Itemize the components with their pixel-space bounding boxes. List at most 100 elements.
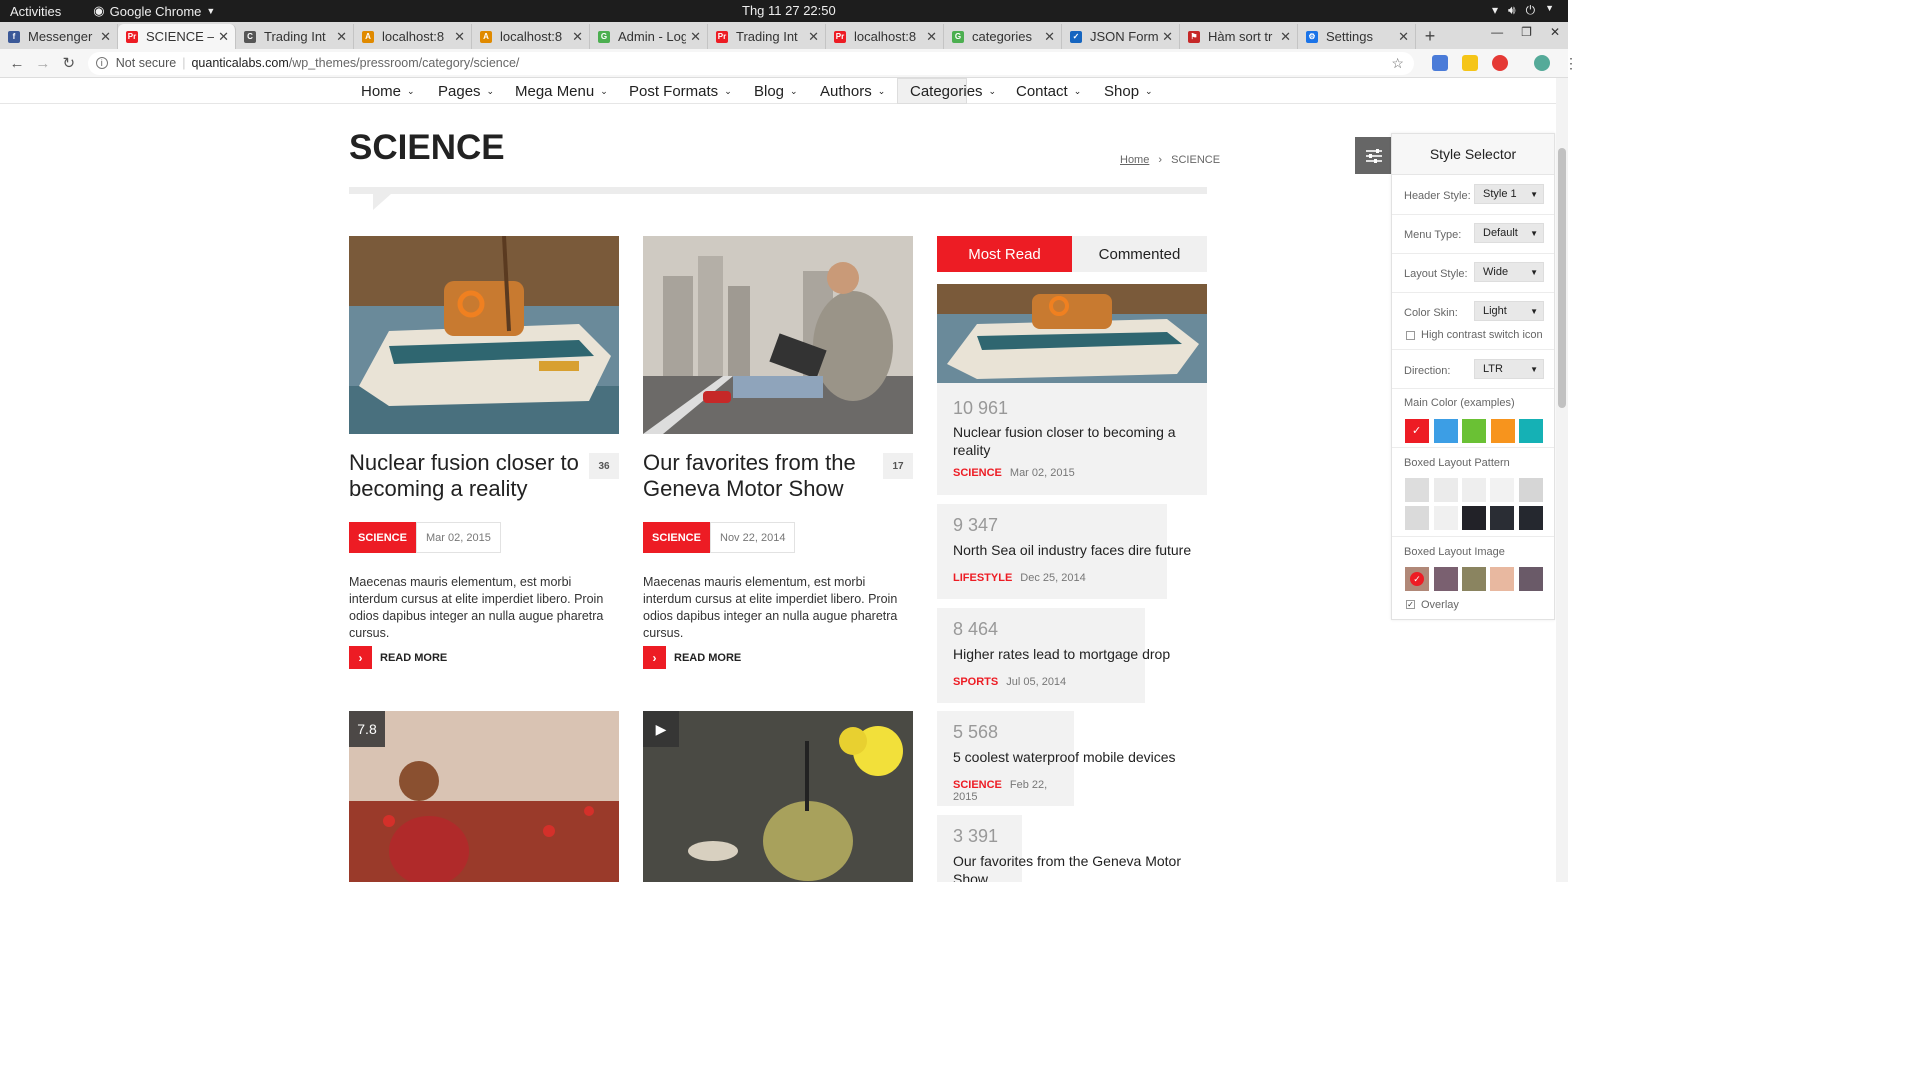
menu-dots-icon[interactable]: ⋮ [1564, 55, 1578, 71]
browser-tab[interactable]: Alocalhost:8 ✕ [472, 24, 590, 49]
header-style-select[interactable]: Style 1 ▼ [1474, 184, 1544, 204]
pattern-swatch[interactable] [1405, 506, 1429, 530]
comment-count[interactable]: 36 [589, 453, 619, 479]
post-title[interactable]: Nuclear fusion closer to becoming a real… [349, 450, 579, 502]
most-read-item[interactable]: 3 391 Our favorites from the Geneva Motor… [937, 815, 1181, 882]
post-title[interactable]: Our favorites from the Geneva Motor Show [643, 450, 873, 502]
read-more-link[interactable]: › READ MORE [643, 646, 741, 669]
pattern-swatch[interactable] [1490, 506, 1514, 530]
pattern-swatch[interactable] [1462, 506, 1486, 530]
main-color-swatch[interactable]: ✓ [1405, 419, 1429, 443]
main-color-swatch[interactable] [1490, 419, 1515, 443]
close-icon[interactable]: ✕ [1162, 29, 1173, 45]
breadcrumb-home-link[interactable]: Home [1120, 154, 1149, 166]
close-icon[interactable]: ✕ [454, 29, 465, 45]
most-read-item[interactable]: 8 464 Higher rates lead to mortgage drop S… [937, 608, 1170, 703]
tab-most-read[interactable]: Most Read [937, 236, 1072, 272]
browser-tab[interactable]: ✓ JSON Form ✕ [1062, 24, 1180, 49]
most-read-title[interactable]: 5 coolest waterproof mobile devices [953, 748, 1193, 766]
close-icon[interactable]: ✕ [690, 29, 701, 45]
menu-item[interactable]: Contact ⌄ [1004, 78, 1093, 104]
forward-icon[interactable]: → [30, 55, 56, 72]
activities-button[interactable]: Activities [10, 4, 61, 19]
menu-item[interactable]: Categories ⌄ [897, 78, 996, 104]
notes-extension-icon[interactable] [1461, 55, 1478, 71]
category-link[interactable]: LIFESTYLE [953, 572, 1012, 584]
menu-item[interactable]: Post Formats ⌄ [617, 78, 744, 104]
most-read-item[interactable]: 10 961 Nuclear fusion closer to becoming … [937, 383, 1207, 495]
close-icon[interactable]: ✕ [1280, 29, 1291, 45]
category-tag[interactable]: SCIENCE [349, 522, 416, 553]
menu-type-select[interactable]: Default ▼ [1474, 223, 1544, 243]
restore-icon[interactable]: ❐ [1521, 25, 1532, 39]
high-contrast-checkbox[interactable] [1406, 331, 1415, 340]
pattern-swatch[interactable] [1434, 478, 1458, 502]
close-icon[interactable]: ✕ [100, 29, 111, 45]
pattern-swatch[interactable] [1462, 478, 1486, 502]
menu-item[interactable]: Shop ⌄ [1092, 78, 1165, 104]
bookmark-star-icon[interactable]: ☆ [1391, 55, 1404, 72]
menu-item[interactable]: Authors ⌄ [808, 78, 897, 104]
main-color-swatch[interactable] [1433, 419, 1458, 443]
menu-item[interactable]: Blog ⌄ [742, 78, 810, 104]
post-thumbnail-laptop[interactable] [643, 236, 913, 434]
close-icon[interactable]: ✕ [926, 29, 937, 45]
browser-tab[interactable]: ⚙ Settings ✕ [1298, 24, 1416, 49]
adblock-extension-icon[interactable] [1491, 55, 1508, 71]
category-tag[interactable]: SCIENCE [643, 522, 710, 553]
read-more-link[interactable]: › READ MORE [349, 646, 447, 669]
clock[interactable]: Thg 11 27 22:50 [742, 3, 836, 18]
browser-tab[interactable]: f Messenger ✕ [0, 24, 118, 49]
comment-count[interactable]: 17 [883, 453, 913, 479]
app-menu[interactable]: ◉ Google Chrome ▼ [93, 3, 215, 19]
most-read-title[interactable]: North Sea oil industry faces dire future [953, 541, 1193, 559]
image-swatch[interactable] [1490, 567, 1514, 591]
video-play-icon[interactable]: ▶ [643, 711, 679, 747]
post-thumbnail-poppy[interactable]: 7.8 [349, 711, 619, 882]
layout-style-select[interactable]: Wide ▼ [1474, 262, 1544, 282]
close-icon[interactable]: ✕ [1044, 29, 1055, 45]
pattern-swatch[interactable] [1519, 478, 1543, 502]
system-tray[interactable]: ▾ 🔊︎ ⏻ ▼ [1492, 3, 1554, 18]
image-swatch[interactable] [1519, 567, 1543, 591]
browser-tab[interactable]: ⚑ Hàm sort tr ✕ [1180, 24, 1298, 49]
translate-extension-icon[interactable] [1431, 55, 1448, 71]
post-thumbnail-boat[interactable] [349, 236, 619, 434]
main-color-swatch[interactable] [1519, 419, 1543, 443]
image-swatch[interactable] [1434, 567, 1458, 591]
close-icon[interactable]: ✕ [808, 29, 819, 45]
direction-select[interactable]: LTR ▼ [1474, 359, 1544, 379]
post-thumbnail-teapot[interactable]: ▶ [643, 711, 913, 882]
browser-tab[interactable]: Pr Trading Int ✕ [708, 24, 826, 49]
reload-icon[interactable]: ↻ [56, 54, 82, 72]
menu-item[interactable]: Home ⌄ [349, 78, 427, 104]
back-icon[interactable]: ← [4, 55, 30, 72]
new-tab-button[interactable]: + [1416, 24, 1444, 49]
main-color-swatch[interactable] [1462, 419, 1486, 443]
category-link[interactable]: SCIENCE [953, 779, 1002, 791]
most-read-title[interactable]: Nuclear fusion closer to becoming a real… [953, 423, 1193, 459]
browser-tab[interactable]: Pr SCIENCE – P✕ [118, 24, 236, 49]
browser-tab[interactable]: G Admin - Log ✕ [590, 24, 708, 49]
most-read-title[interactable]: Our favorites from the Geneva Motor Show [953, 852, 1193, 882]
browser-tab[interactable]: C Trading Int ✕ [236, 24, 354, 49]
most-read-item[interactable]: 5 568 5 coolest waterproof mobile devices… [937, 711, 1176, 806]
most-read-title[interactable]: Higher rates lead to mortgage drop [953, 645, 1193, 663]
category-link[interactable]: SPORTS [953, 676, 998, 688]
profile-avatar-icon[interactable] [1533, 55, 1550, 71]
close-window-icon[interactable]: ✕ [1550, 25, 1560, 39]
overlay-checkbox[interactable]: ✓ [1406, 600, 1415, 609]
info-icon[interactable]: i [95, 57, 108, 69]
browser-tab[interactable]: Gcategories ✕ [944, 24, 1062, 49]
most-read-item[interactable]: 9 347 North Sea oil industry faces dire f… [937, 504, 1191, 599]
color-skin-select[interactable]: Light ▼ [1474, 301, 1544, 321]
scrollbar-thumb[interactable] [1558, 148, 1566, 408]
menu-item[interactable]: Mega Menu ⌄ [503, 78, 620, 104]
url-field[interactable]: i Not secure | quanticalabs.com/wp_theme… [87, 51, 1414, 75]
style-selector-toggle[interactable] [1355, 137, 1392, 174]
image-swatch[interactable]: ✓ [1405, 567, 1429, 591]
tab-commented[interactable]: Commented [1072, 236, 1207, 272]
menu-item[interactable]: Pages ⌄ [426, 78, 506, 104]
close-icon[interactable]: ✕ [1398, 29, 1409, 45]
minimize-icon[interactable]: — [1491, 25, 1503, 39]
